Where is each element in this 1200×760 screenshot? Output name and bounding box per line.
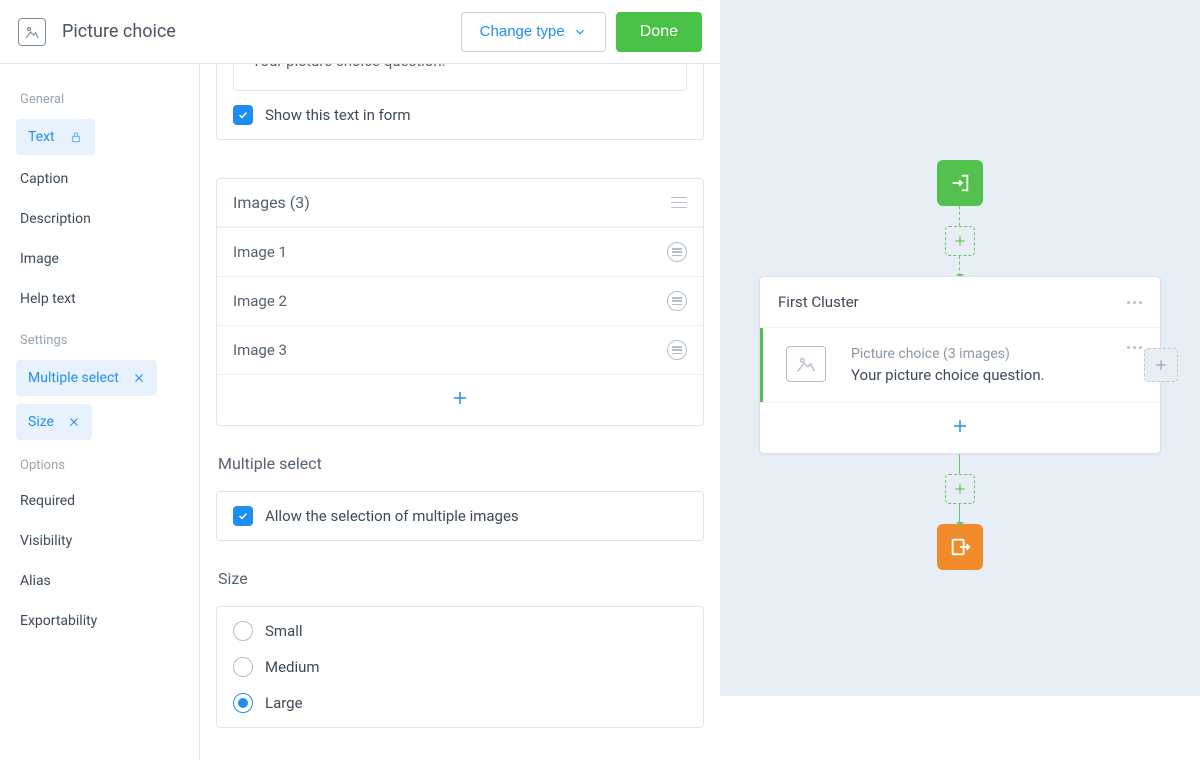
size-title: Size [218,569,704,588]
text-card: Your picture choice question. Show this … [216,64,704,140]
flow-canvas[interactable]: First Cluster Picture choice (3 images) … [720,0,1200,696]
image-row-3[interactable]: Image 3 [217,325,703,374]
sidebar-item-caption[interactable]: Caption [8,159,191,199]
sidebar-item-description[interactable]: Description [8,199,191,239]
drag-handle-icon[interactable] [667,242,687,262]
picture-icon [786,346,826,382]
sidebar-item-required[interactable]: Required [8,481,191,521]
radio-unchecked-icon[interactable] [233,621,253,641]
image-row-2[interactable]: Image 2 [217,276,703,325]
change-type-button[interactable]: Change type [461,12,606,52]
question-text-input[interactable]: Your picture choice question. [234,64,686,90]
change-type-label: Change type [480,23,565,40]
radio-checked-icon[interactable] [233,693,253,713]
editor-panel: Your picture choice question. Show this … [200,64,720,760]
cluster-row-type: Picture choice (3 images) [851,346,1045,362]
sidebar: General Text Caption Description Image H… [0,64,200,760]
images-card: Images (3) Image 1 Image 2 Image 3 [216,178,704,426]
editor-header: Picture choice Change type Done [0,0,720,64]
multiple-select-title: Multiple select [218,454,704,473]
cluster-title: First Cluster [778,293,859,311]
close-icon[interactable] [133,372,145,384]
more-options-icon[interactable] [1127,346,1142,349]
flow-add-node-button[interactable] [945,474,975,504]
sidebar-item-visibility[interactable]: Visibility [8,521,191,561]
add-image-button[interactable] [217,374,703,425]
flow-add-right-button[interactable] [1144,348,1178,382]
images-card-header: Images (3) [217,179,703,227]
size-option-large[interactable]: Large [233,693,687,713]
reorder-icon[interactable] [671,197,687,209]
sidebar-item-alias[interactable]: Alias [8,561,191,601]
picture-choice-icon [18,18,46,46]
sidebar-item-image[interactable]: Image [8,239,191,279]
multiple-select-card: Allow the selection of multiple images [216,491,704,541]
allow-multiple-checkbox-row[interactable]: Allow the selection of multiple images [217,492,703,540]
drag-handle-icon[interactable] [667,340,687,360]
checkbox-checked-icon[interactable] [233,105,253,125]
sidebar-group-settings: Settings [8,319,191,356]
size-option-small[interactable]: Small [233,621,687,641]
cluster-add-question-button[interactable] [760,402,1160,453]
sidebar-item-exportability[interactable]: Exportability [8,601,191,641]
lock-icon [69,130,83,144]
close-icon[interactable] [68,416,80,428]
flow-connector [959,504,961,524]
flow-connector [959,206,961,226]
more-options-icon[interactable] [1127,301,1142,304]
sidebar-group-options: Options [8,444,191,481]
page-title: Picture choice [62,21,176,42]
drag-handle-icon[interactable] [667,291,687,311]
sidebar-item-size[interactable]: Size [16,404,92,440]
flow-connector [959,256,961,276]
sidebar-item-multiple-select[interactable]: Multiple select [16,360,157,396]
sidebar-item-text[interactable]: Text [16,119,95,155]
size-option-medium[interactable]: Medium [233,657,687,677]
flow-add-node-button[interactable] [945,226,975,256]
image-row-1[interactable]: Image 1 [217,227,703,276]
flow-end-node[interactable] [937,524,983,570]
show-text-checkbox-row[interactable]: Show this text in form [217,91,703,139]
sidebar-item-help-text[interactable]: Help text [8,279,191,319]
cluster-card[interactable]: First Cluster Picture choice (3 images) … [759,276,1161,454]
radio-unchecked-icon[interactable] [233,657,253,677]
size-card: Small Medium Large [216,606,704,728]
checkbox-checked-icon[interactable] [233,506,253,526]
cluster-question-row[interactable]: Picture choice (3 images) Your picture c… [760,328,1160,402]
flow-start-node[interactable] [937,160,983,206]
sidebar-group-general: General [8,78,191,115]
cluster-row-text: Your picture choice question. [851,366,1045,384]
done-button[interactable]: Done [616,12,702,52]
flow-connector [959,454,961,474]
